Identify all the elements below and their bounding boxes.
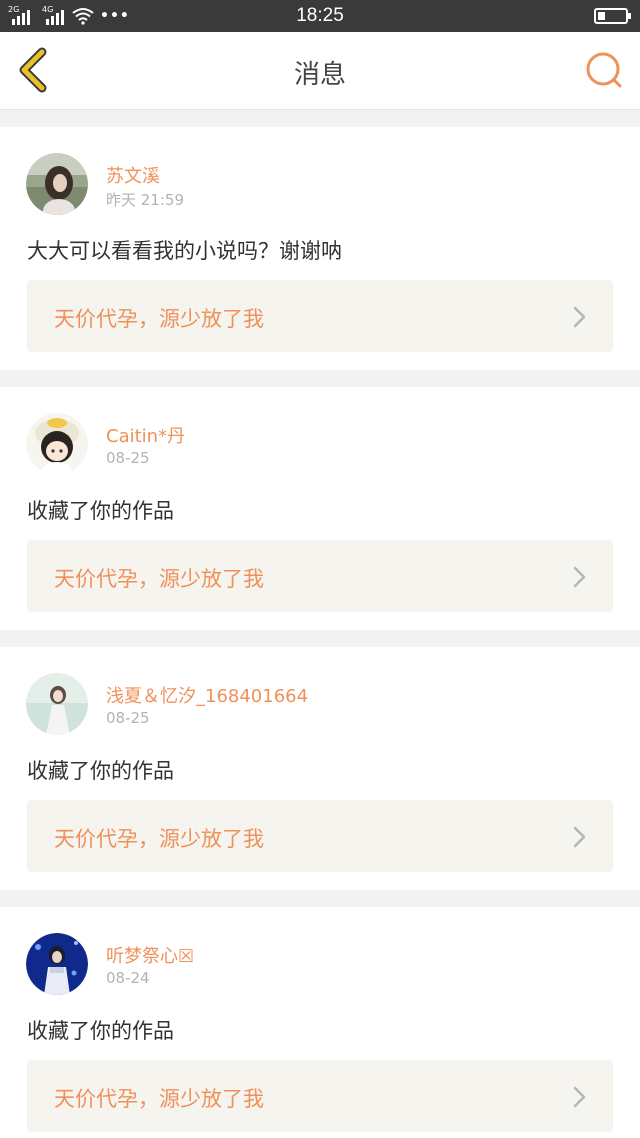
header: 消息 bbox=[0, 32, 640, 110]
avatar[interactable] bbox=[26, 413, 88, 475]
work-title: 天价代孕，源少放了我 bbox=[54, 1087, 264, 1111]
message-card: Caitin*丹 08-25 收藏了你的作品 天价代孕，源少放了我 bbox=[0, 387, 640, 630]
message-card: 浅夏＆忆汐_168401664 08-25 收藏了你的作品 天价代孕，源少放了我 bbox=[0, 647, 640, 890]
chevron-right-icon bbox=[573, 1086, 586, 1108]
message-content: 大大可以看看我的小说吗？谢谢呐 bbox=[27, 239, 342, 263]
search-button[interactable] bbox=[584, 50, 626, 92]
work-link[interactable]: 天价代孕，源少放了我 bbox=[27, 1060, 613, 1132]
message-list: 苏文溪 昨天 21:59 大大可以看看我的小说吗？谢谢呐 天价代孕，源少放了我 bbox=[0, 127, 640, 1138]
avatar[interactable] bbox=[26, 673, 88, 735]
username[interactable]: 听梦祭心☒ bbox=[106, 942, 194, 968]
message-card: 苏文溪 昨天 21:59 大大可以看看我的小说吗？谢谢呐 天价代孕，源少放了我 bbox=[0, 127, 640, 370]
avatar[interactable] bbox=[26, 933, 88, 995]
username[interactable]: 苏文溪 bbox=[106, 162, 160, 188]
username[interactable]: 浅夏＆忆汐_168401664 bbox=[106, 682, 308, 708]
message-card: 听梦祭心☒ 08-24 收藏了你的作品 天价代孕，源少放了我 bbox=[0, 907, 640, 1138]
work-title: 天价代孕，源少放了我 bbox=[54, 567, 264, 591]
work-link[interactable]: 天价代孕，源少放了我 bbox=[27, 540, 613, 612]
timestamp: 08-25 bbox=[106, 449, 150, 467]
message-content: 收藏了你的作品 bbox=[27, 759, 174, 783]
work-link[interactable]: 天价代孕，源少放了我 bbox=[27, 280, 613, 352]
status-bar: 2G 4G ••• 18:25 bbox=[0, 0, 640, 32]
battery-icon bbox=[594, 8, 631, 24]
work-link[interactable]: 天价代孕，源少放了我 bbox=[27, 800, 613, 872]
chevron-right-icon bbox=[573, 566, 586, 588]
message-content: 收藏了你的作品 bbox=[27, 1019, 174, 1043]
work-title: 天价代孕，源少放了我 bbox=[54, 307, 264, 331]
search-icon bbox=[586, 52, 622, 88]
chevron-right-icon bbox=[573, 826, 586, 848]
username[interactable]: Caitin*丹 bbox=[106, 422, 185, 448]
message-content: 收藏了你的作品 bbox=[27, 499, 174, 523]
avatar[interactable] bbox=[26, 153, 88, 215]
timestamp: 08-25 bbox=[106, 709, 150, 727]
timestamp: 08-24 bbox=[106, 969, 150, 987]
work-title: 天价代孕，源少放了我 bbox=[54, 827, 264, 851]
timestamp: 昨天 21:59 bbox=[106, 191, 184, 209]
page-title: 消息 bbox=[293, 60, 346, 90]
status-time: 18:25 bbox=[296, 5, 344, 26]
chevron-right-icon bbox=[573, 306, 586, 328]
